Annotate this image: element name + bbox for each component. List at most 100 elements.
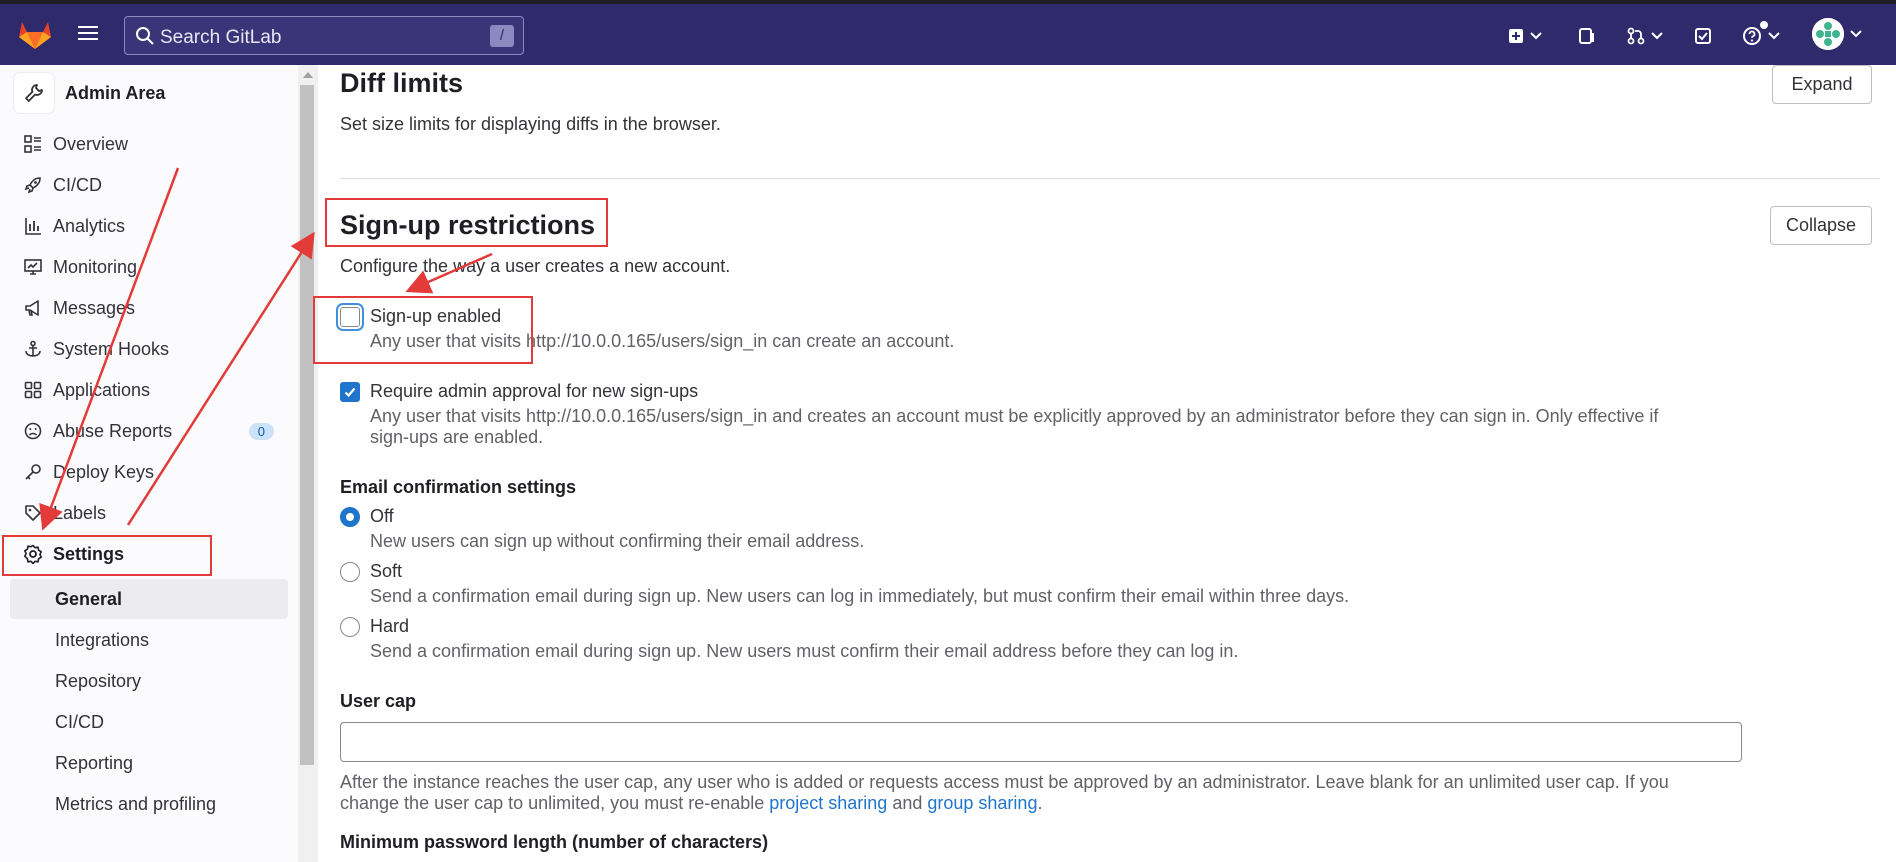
label-icon [22, 502, 44, 524]
user-cap-input[interactable] [340, 722, 1742, 762]
signup-enabled-checkbox[interactable] [340, 307, 360, 327]
megaphone-icon [22, 297, 44, 319]
sad-face-icon [22, 420, 44, 442]
sidebar-item-label: System Hooks [53, 338, 170, 359]
email-confirmation-soft-radio[interactable] [340, 562, 360, 582]
require-admin-approval-help-line1: Any user that visits http://10.0.0.165/u… [370, 406, 1659, 426]
signup-restrictions-description: Configure the way a user creates a new a… [340, 256, 731, 276]
search-input[interactable]: Search GitLab / [124, 16, 524, 55]
sidebar-scrollbar[interactable] [298, 65, 318, 862]
merge-requests-button[interactable] [1627, 22, 1663, 50]
user-cap-help-text: change the user cap to unlimited, you mu… [340, 793, 770, 813]
email-confirmation-off-radio[interactable] [340, 507, 360, 527]
sidebar-item-label: Deploy Keys [53, 461, 155, 482]
email-confirmation-hard-radio[interactable] [340, 617, 360, 637]
gitlab-logo-icon[interactable] [18, 18, 52, 50]
diff-limits-description: Set size limits for displaying diffs in … [340, 114, 721, 134]
sidebar-subitem-cicd[interactable]: CI/CD [55, 707, 285, 737]
issues-icon [1579, 28, 1594, 44]
sidebar-item-label: CI/CD [53, 174, 102, 195]
grid-icon [22, 379, 44, 401]
project-sharing-link[interactable]: project sharing [769, 793, 887, 813]
chart-icon [22, 215, 44, 237]
sidebar-header[interactable]: Admin Area [14, 71, 165, 115]
sidebar-subitem-integrations[interactable]: Integrations [55, 625, 285, 655]
sidebar-title: Admin Area [65, 82, 166, 103]
sidebar-item-monitoring[interactable]: Monitoring [22, 252, 284, 282]
signup-enabled-label[interactable]: Sign-up enabled [370, 306, 501, 327]
chevron-down-icon [1850, 30, 1862, 38]
main-content: Diff limits Set size limits for displayi… [318, 65, 1896, 862]
sidebar-item-messages[interactable]: Messages [22, 293, 284, 323]
user-menu-button[interactable] [1812, 18, 1862, 50]
sidebar-item-deploy-keys[interactable]: Deploy Keys [22, 457, 284, 487]
user-cap-help-text: and [887, 793, 928, 813]
search-icon [135, 26, 155, 46]
group-sharing-link[interactable]: group sharing [927, 793, 1037, 813]
sidebar-item-label: Monitoring [53, 256, 138, 277]
user-cap-help-text: . [1037, 793, 1043, 813]
email-confirmation-title: Email confirmation settings [340, 477, 577, 497]
collapse-button[interactable]: Collapse [1770, 206, 1872, 245]
rocket-icon [22, 174, 44, 196]
anchor-icon [22, 338, 44, 360]
sidebar-item-label: Analytics [53, 215, 126, 236]
sidebar-subitem-metrics[interactable]: Metrics and profiling [55, 789, 285, 819]
todo-button[interactable] [1694, 22, 1712, 50]
min-password-length-label: Minimum password length (number of chara… [340, 832, 769, 852]
notification-dot [1760, 21, 1768, 29]
sidebar-item-label: Labels [53, 502, 107, 523]
chevron-down-icon [1651, 32, 1663, 40]
email-confirmation-off-help: New users can sign up without confirming… [370, 531, 865, 551]
sidebar-item-label: Applications [53, 379, 151, 400]
sidebar-item-system-hooks[interactable]: System Hooks [22, 334, 284, 364]
search-placeholder: Search GitLab [160, 27, 282, 48]
wrench-icon [14, 73, 54, 113]
scrollbar-thumb[interactable] [300, 85, 314, 765]
issues-button[interactable] [1578, 22, 1596, 50]
sidebar-item-label: Overview [53, 133, 129, 154]
sidebar-item-cicd[interactable]: CI/CD [22, 170, 284, 200]
search-shortcut-badge: / [490, 25, 514, 47]
avatar [1812, 18, 1844, 50]
sidebar-item-analytics[interactable]: Analytics [22, 211, 284, 241]
sidebar-item-label: Abuse Reports [53, 420, 173, 441]
sidebar-item-label: Settings [53, 543, 125, 564]
overview-icon [22, 133, 44, 155]
todo-icon [1695, 28, 1711, 44]
require-admin-approval-label[interactable]: Require admin approval for new sign-ups [370, 381, 698, 402]
signup-restrictions-title: Sign-up restrictions [340, 210, 596, 240]
sidebar-subitem-repository[interactable]: Repository [55, 666, 285, 696]
abuse-reports-count-badge: 0 [248, 422, 274, 440]
email-confirmation-hard-label[interactable]: Hard [370, 616, 409, 637]
sidebar-item-overview[interactable]: Overview [22, 129, 284, 159]
chevron-down-icon [1768, 32, 1780, 40]
checkmark-icon [344, 387, 356, 398]
key-icon [22, 461, 44, 483]
email-confirmation-off-label[interactable]: Off [370, 506, 394, 527]
sidebar-subitem-reporting[interactable]: Reporting [55, 748, 285, 778]
chevron-down-icon [1530, 32, 1542, 40]
user-cap-label: User cap [340, 691, 417, 711]
sidebar-item-settings[interactable]: Settings [22, 539, 284, 569]
email-confirmation-soft-help: Send a confirmation email during sign up… [370, 586, 1350, 606]
signup-enabled-help: Any user that visits http://10.0.0.165/u… [370, 331, 955, 351]
sidebar-subitem-general[interactable]: General [55, 584, 285, 614]
scroll-up-arrow-icon[interactable] [303, 72, 313, 78]
hamburger-icon[interactable] [78, 24, 102, 46]
email-confirmation-hard-help: Send a confirmation email during sign up… [370, 641, 1239, 661]
diff-limits-title: Diff limits [340, 68, 464, 98]
new-icon [1509, 29, 1523, 43]
email-confirmation-soft-label[interactable]: Soft [370, 561, 402, 582]
section-divider [340, 178, 1880, 179]
sidebar-item-abuse-reports[interactable]: Abuse Reports 0 [22, 416, 284, 446]
sidebar-item-applications[interactable]: Applications [22, 375, 284, 405]
user-cap-help-line1: After the instance reaches the user cap,… [340, 772, 1669, 792]
sidebar-item-label: Messages [53, 297, 136, 318]
merge-requests-icon [1627, 27, 1645, 45]
monitor-icon [22, 256, 44, 278]
require-admin-approval-checkbox[interactable] [340, 382, 360, 402]
new-dropdown-button[interactable] [1508, 22, 1542, 50]
sidebar-item-labels[interactable]: Labels [22, 498, 284, 528]
expand-button[interactable]: Expand [1772, 65, 1872, 104]
